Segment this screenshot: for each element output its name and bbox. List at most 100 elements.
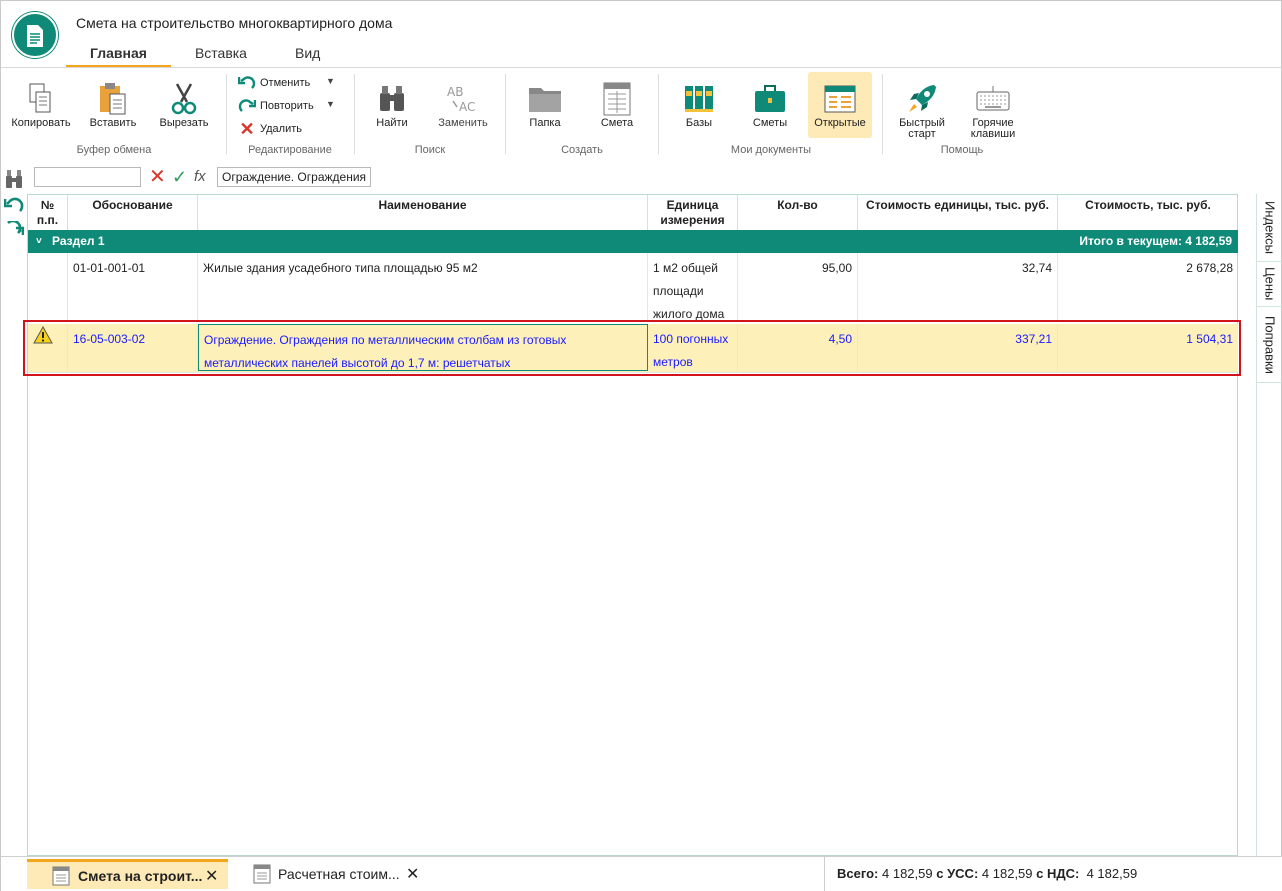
header-name[interactable]: Наименование: [198, 195, 648, 231]
svg-text:AC: AC: [459, 100, 475, 114]
copy-button[interactable]: Копировать: [9, 72, 73, 138]
header-quantity[interactable]: Кол-во: [738, 195, 858, 231]
undo-side-icon[interactable]: [3, 197, 24, 216]
name-cell[interactable]: Жилые здания усадебного типа площадью 95…: [198, 253, 648, 321]
group-clipboard: Копировать Вставить Вырезать Буфер обмен…: [5, 68, 223, 160]
cut-button[interactable]: Вырезать: [152, 72, 216, 138]
side-tab-corrections[interactable]: Поправки: [1257, 307, 1282, 383]
section-total: Итого в текущем: 4 182,59: [1079, 234, 1232, 248]
tab-home[interactable]: Главная: [66, 43, 171, 68]
status-totals: Всего: 4 182,59 с УСС: 4 182,59 с НДС: 4…: [824, 857, 1137, 891]
row-number-cell[interactable]: [28, 253, 68, 321]
chevron-down-icon[interactable]: ˅: [36, 230, 42, 253]
delete-button[interactable]: ✕ Удалить: [237, 119, 302, 139]
formula-bar: ✕ ✓ fx Ограждение. Ограждения: [27, 161, 1282, 193]
redo-icon: [237, 99, 257, 113]
side-tab-indexes[interactable]: Индексы: [1257, 194, 1282, 262]
unit-cost-cell[interactable]: 337,21: [858, 324, 1058, 372]
estimate-sheet-icon: [52, 866, 70, 886]
header-cost[interactable]: Стоимость, тыс. руб.: [1058, 195, 1238, 231]
group-my-documents: Базы Сметы Открытые Мои документы: [663, 68, 879, 160]
unit-cell[interactable]: 100 погонных метров: [648, 324, 738, 372]
new-estimate-button[interactable]: Смета: [585, 72, 649, 138]
row-number-cell[interactable]: [28, 324, 68, 372]
quantity-cell[interactable]: 95,00: [738, 253, 858, 321]
estimates-button[interactable]: Сметы: [738, 72, 802, 138]
cell-reference-input[interactable]: [34, 167, 141, 187]
paste-icon: [81, 80, 145, 118]
hotkeys-button[interactable]: Горячие клавиши: [961, 72, 1025, 140]
redo-dropdown-chevron-icon[interactable]: ▼: [326, 99, 335, 109]
unit-cost-cell[interactable]: 32,74: [858, 253, 1058, 321]
grid-header: № п.п. Обоснование Наименование Единица из…: [28, 194, 1238, 231]
group-separator: [658, 74, 659, 154]
group-label-editing: Редактирование: [248, 144, 332, 156]
undo-dropdown-chevron-icon[interactable]: ▼: [326, 76, 335, 86]
left-toolbar: [1, 161, 27, 861]
section-row[interactable]: ˅ Раздел 1 Итого в текущем: 4 182,59: [28, 230, 1238, 253]
group-label-clipboard: Буфер обмена: [76, 144, 152, 156]
bottom-bar: Смета на строит... ✕ Расчетная стоим... …: [1, 856, 1282, 891]
quantity-cell[interactable]: 4,50: [738, 324, 858, 372]
header-basis[interactable]: Обоснование: [68, 195, 198, 231]
copy-icon: [9, 80, 73, 118]
document-tab-active[interactable]: Смета на строит... ✕: [27, 859, 228, 889]
warning-icon: [33, 325, 53, 344]
new-folder-button[interactable]: Папка: [513, 72, 577, 138]
keyboard-icon: [961, 80, 1025, 118]
header-unit[interactable]: Единица измерения: [648, 195, 738, 231]
formula-value-field[interactable]: Ограждение. Ограждения: [217, 167, 372, 187]
quick-start-button[interactable]: Быстрый старт: [890, 72, 954, 140]
group-editing: Отменить ▼ Повторить ▼ ✕ Удалить Редакти…: [229, 68, 351, 160]
estimate-grid: № п.п. Обоснование Наименование Единица из…: [27, 194, 1238, 856]
delete-x-icon: ✕: [239, 118, 255, 139]
document-tab[interactable]: Расчетная стоим... ✕: [229, 859, 429, 889]
redo-button[interactable]: Повторить: [237, 96, 314, 116]
window-title: Смета на строительство многоквартирного …: [76, 15, 393, 31]
cost-cell[interactable]: 2 678,28: [1058, 253, 1238, 321]
app-menu-icon[interactable]: [12, 12, 58, 58]
replace-icon: AB AC: [431, 80, 495, 118]
briefcase-icon: [738, 80, 802, 118]
close-tab-icon[interactable]: ✕: [205, 866, 218, 886]
undo-button[interactable]: Отменить: [237, 73, 310, 93]
tab-view[interactable]: Вид: [271, 43, 344, 68]
bases-button[interactable]: Базы: [667, 72, 731, 138]
section-name: Раздел 1: [52, 234, 105, 248]
group-label-help: Помощь: [940, 144, 984, 156]
app-window: Смета на строительство многоквартирного …: [0, 0, 1282, 891]
cancel-edit-icon[interactable]: ✕: [149, 167, 166, 187]
scissors-icon: [152, 80, 216, 118]
side-tab-prices[interactable]: Цены: [1257, 262, 1282, 307]
find-button[interactable]: Найти: [360, 72, 424, 138]
header-unit-cost[interactable]: Стоимость единицы, тыс. руб.: [858, 195, 1058, 231]
group-label-create: Создать: [561, 144, 603, 156]
ribbon-tabs: Главная Вставка Вид: [66, 43, 344, 69]
table-row[interactable]: 01-01-001-01 Жилые здания усадебного тип…: [28, 253, 1238, 322]
open-documents-button[interactable]: Открытые: [808, 72, 872, 138]
redo-side-icon[interactable]: [4, 219, 25, 240]
group-label-search: Поиск: [414, 144, 446, 156]
close-tab-icon[interactable]: ✕: [406, 864, 419, 884]
function-fx-icon[interactable]: fx: [194, 167, 206, 187]
table-row-selected[interactable]: 16-05-003-02 Ограждение. Ограждения по м…: [28, 324, 1238, 373]
tab-insert[interactable]: Вставка: [171, 43, 271, 68]
basis-cell[interactable]: 16-05-003-02: [68, 324, 198, 372]
header-number[interactable]: № п.п.: [28, 195, 68, 231]
replace-button[interactable]: AB AC Заменить: [431, 72, 495, 138]
paste-button[interactable]: Вставить: [81, 72, 145, 138]
basis-cell[interactable]: 01-01-001-01: [68, 253, 198, 321]
undo-icon: [237, 76, 257, 90]
confirm-edit-icon[interactable]: ✓: [172, 167, 187, 187]
cost-cell[interactable]: 1 504,31: [1058, 324, 1238, 372]
group-separator: [226, 74, 227, 154]
rocket-icon: [890, 80, 954, 118]
bases-icon: [667, 80, 731, 118]
name-cell-editing[interactable]: Ограждение. Ограждения по металлическим …: [198, 324, 648, 371]
svg-text:AB: AB: [447, 85, 463, 99]
group-help: Быстрый старт Горячие клавиши Помощь: [887, 68, 1037, 160]
unit-cell[interactable]: 1 м2 общей площади жилого дома: [648, 253, 738, 321]
folder-icon: [513, 80, 577, 118]
find-binoculars-icon[interactable]: [5, 169, 23, 192]
group-label-my-documents: Мои документы: [730, 144, 812, 156]
